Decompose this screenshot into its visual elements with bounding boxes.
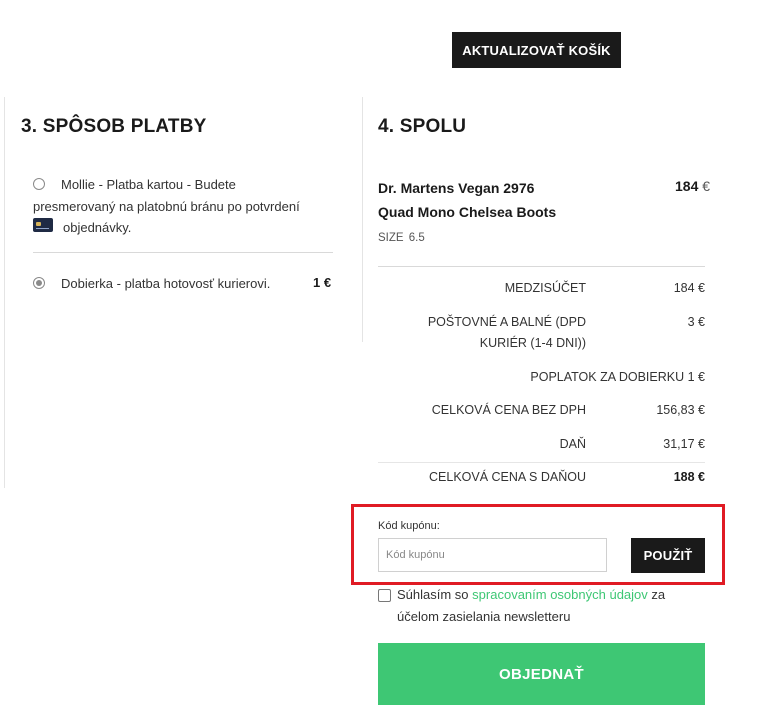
payment-option-cod-price: 1 € xyxy=(313,275,332,290)
grand-total-value: 188 € xyxy=(673,470,705,484)
net-total-value: 156,83 € xyxy=(656,403,705,417)
newsletter-consent-checkbox[interactable] xyxy=(378,589,391,602)
product-size-value: 6.5 xyxy=(408,232,425,244)
product-price-currency: € xyxy=(702,178,711,194)
product-price-amount: 184 xyxy=(675,178,699,194)
mollie-text-line1: Mollie - Platba kartou - Budete xyxy=(61,177,236,192)
shipping-label-line1: POŠTOVNÉ A BALNÉ (DPD xyxy=(427,315,586,329)
column-divider xyxy=(362,97,363,342)
coupon-label: Kód kupónu: xyxy=(378,520,440,532)
net-total-label: CELKOVÁ CENA BEZ DPH xyxy=(431,403,586,417)
mollie-text-line3: objednávky. xyxy=(63,220,132,235)
grand-total-label: CELKOVÁ CENA S DAŇOU xyxy=(429,470,586,484)
payment-option-cod-label[interactable]: Dobierka - platba hotovosť kurierovi. xyxy=(61,273,270,295)
summary-section-title: 4. SPOLU xyxy=(378,116,467,137)
left-column-border xyxy=(4,97,5,488)
consent-text-before: Súhlasím so xyxy=(397,587,469,602)
subtotal-label: MEDZISÚČET xyxy=(504,281,586,295)
credit-card-icon xyxy=(33,218,53,232)
consent-text-line2: účelom zasielania newsletteru xyxy=(397,609,571,624)
update-cart-button[interactable]: AKTUALIZOVAŤ KOŠÍK xyxy=(452,32,621,68)
privacy-policy-link[interactable]: spracovaním osobných údajov xyxy=(472,587,648,602)
payment-option-mollie-label[interactable]: Mollie - Platba kartou - Budete xyxy=(61,174,236,196)
apply-coupon-button[interactable]: POUŽIŤ xyxy=(631,538,705,573)
payment-options-divider xyxy=(33,252,333,253)
payment-section-title: 3. SPÔSOB PLATBY xyxy=(21,116,207,137)
consent-text-after: za xyxy=(651,587,666,602)
payment-radio-cod[interactable] xyxy=(33,277,45,289)
tax-value: 31,17 € xyxy=(663,437,705,451)
newsletter-consent-text: Súhlasím so spracovaním osobných údajov … xyxy=(397,584,717,606)
summary-divider-bottom xyxy=(378,462,705,463)
product-name-line2: Quad Mono Chelsea Boots xyxy=(378,204,557,220)
coupon-input[interactable] xyxy=(378,538,607,572)
product-price: 184 € xyxy=(675,178,710,194)
product-size: SIZE 6.5 xyxy=(378,232,425,244)
summary-divider-top xyxy=(378,266,705,267)
shipping-value: 3 € xyxy=(687,315,705,329)
product-size-label: SIZE xyxy=(378,232,404,244)
product-name-line1: Dr. Martens Vegan 2976 xyxy=(378,180,535,196)
shipping-label: POŠTOVNÉ A BALNÉ (DPD KURIÉR (1-4 DNI)) xyxy=(428,312,586,354)
product-name: Dr. Martens Vegan 2976 Quad Mono Chelsea… xyxy=(378,176,556,224)
place-order-button[interactable]: OBJEDNAŤ xyxy=(378,643,705,705)
shipping-label-line2: KURIÉR (1-4 DNI)) xyxy=(479,336,586,350)
cod-fee: POPLATOK ZA DOBIERKU 1 € xyxy=(530,370,705,384)
tax-label: DAŇ xyxy=(559,437,586,451)
subtotal-value: 184 € xyxy=(673,281,705,295)
payment-radio-mollie[interactable] xyxy=(33,178,45,190)
mollie-text-line2: presmerovaný na platobnú bránu po potvrd… xyxy=(33,199,300,214)
